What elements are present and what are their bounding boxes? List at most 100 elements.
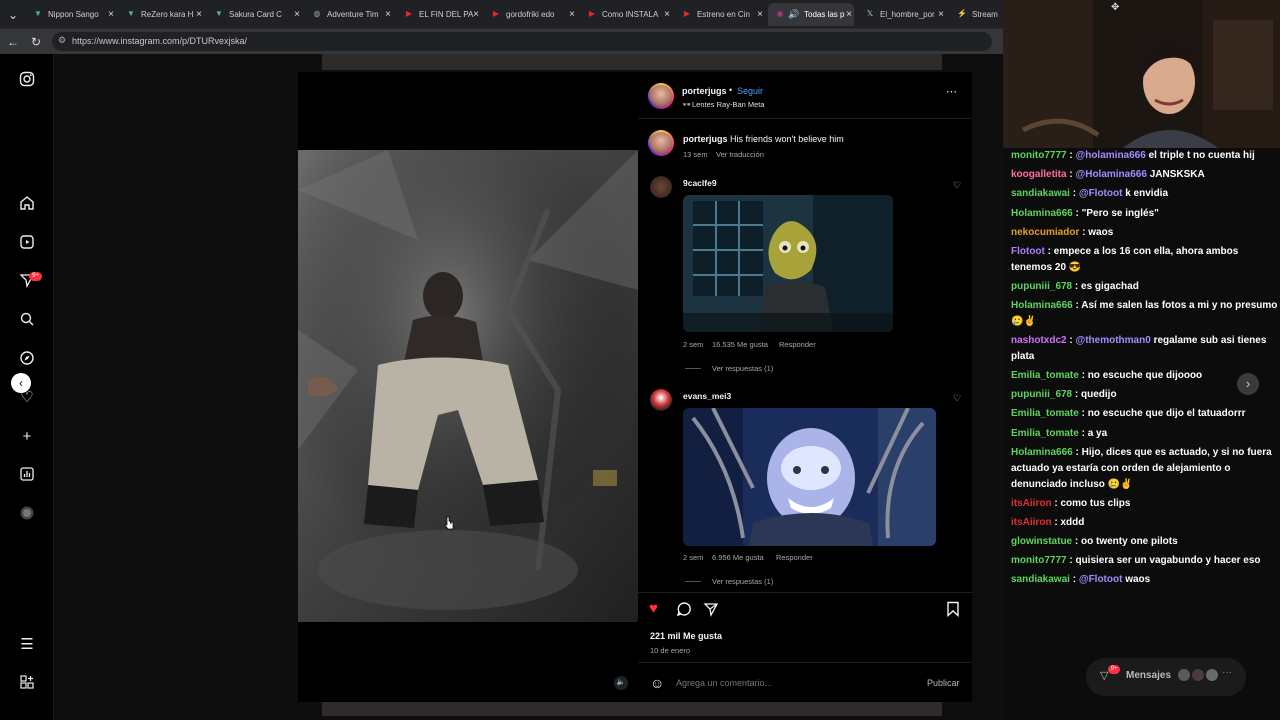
share-icon[interactable] <box>703 601 719 621</box>
reload-icon[interactable]: ↻ <box>28 34 44 50</box>
author-avatar[interactable] <box>648 83 674 109</box>
close-tab-icon[interactable]: × <box>936 3 946 26</box>
view-replies-link[interactable]: Ver respuestas (1) <box>712 577 773 586</box>
reply-link[interactable]: Responder <box>776 553 813 562</box>
chat-username[interactable]: sandiakawai <box>1011 188 1070 199</box>
chat-message: koogalletita : @Holamina666 JANSKSKA <box>1011 169 1205 180</box>
caption-username[interactable]: porterjugs <box>683 134 728 144</box>
instagram-logo-icon[interactable] <box>17 71 37 91</box>
close-tab-icon[interactable]: × <box>383 3 393 26</box>
electro-gif[interactable] <box>683 408 936 546</box>
next-post-button[interactable]: › <box>1237 373 1259 395</box>
comment-age: 2 sem <box>683 340 704 349</box>
post-video[interactable]: 🔈 <box>298 72 638 702</box>
comment-icon[interactable] <box>676 601 692 621</box>
comment-age: 2 sem <box>683 553 704 562</box>
browser-tab[interactable]: ⚡ Stream <box>950 3 1002 26</box>
chat-username[interactable]: nekocumiador <box>1011 227 1079 238</box>
chat-username[interactable]: pupuniii_678 <box>1011 389 1072 400</box>
search-icon[interactable] <box>17 311 37 331</box>
speaker-icon[interactable]: 🔊 <box>788 3 799 26</box>
publish-button[interactable]: Publicar <box>927 678 960 688</box>
globe-icon: ◍ <box>313 9 321 18</box>
comment-like-icon[interactable]: ♡ <box>953 393 961 404</box>
chat-username[interactable]: pupuniii_678 <box>1011 281 1072 292</box>
spongebob-gif[interactable] <box>683 195 893 332</box>
save-bookmark-icon[interactable] <box>946 601 960 621</box>
explore-icon[interactable] <box>17 350 37 370</box>
chat-username[interactable]: itsAiiron <box>1011 517 1052 528</box>
follow-button[interactable]: Seguir <box>737 86 763 96</box>
home-icon[interactable] <box>17 195 37 215</box>
actions-divider <box>638 592 972 593</box>
like-heart-icon[interactable]: ♥ <box>649 601 658 617</box>
more-options-icon[interactable]: ⋯ <box>946 85 957 98</box>
chat-username[interactable]: Emilia_tomate <box>1011 370 1079 381</box>
comment-input[interactable] <box>676 676 916 690</box>
meta-apps-icon[interactable] <box>17 674 37 694</box>
chat-username[interactable]: glowinstatue <box>1011 536 1072 547</box>
close-tab-icon[interactable]: × <box>106 3 116 26</box>
audio-icon[interactable]: 🔈 <box>614 676 628 690</box>
browser-tab[interactable]: ▼ ReZero kara H × <box>119 3 204 26</box>
back-icon[interactable]: ← <box>5 34 21 50</box>
chat-username[interactable]: itsAiiron <box>1011 498 1052 509</box>
address-bar[interactable]: ⚙ https://www.instagram.com/p/DTURvexjsk… <box>52 32 992 51</box>
emoji-icon[interactable]: ☺ <box>650 675 664 691</box>
chat-username[interactable]: monito7777 <box>1011 150 1067 161</box>
messages-bar[interactable]: ▽ 9+ Mensajes ··· <box>1086 658 1246 696</box>
reply-link[interactable]: Responder <box>779 340 816 349</box>
browser-tab[interactable]: ◉ Todas las p 🔊 × <box>768 3 854 26</box>
comment-likes[interactable]: 6.956 Me gusta <box>712 553 764 562</box>
comment-likes[interactable]: 16.535 Me gusta <box>712 340 768 349</box>
close-tab-icon[interactable]: × <box>755 3 765 26</box>
chat-username[interactable]: Emilia_tomate <box>1011 408 1079 419</box>
browser-tab[interactable]: ◍ Adventure Tim × <box>305 3 393 26</box>
close-tab-icon[interactable]: × <box>292 3 302 26</box>
post-subtitle[interactable]: Lentes Ray-Ban Meta <box>692 100 765 109</box>
browser-tab[interactable]: ▶ EL FIN DEL PA × <box>397 3 481 26</box>
likes-count[interactable]: 221 mil Me gusta <box>650 631 722 641</box>
previous-post-button[interactable]: ‹ <box>11 373 31 393</box>
chat-username[interactable]: monito7777 <box>1011 555 1067 566</box>
create-icon[interactable]: + <box>17 427 37 447</box>
url-text[interactable]: https://www.instagram.com/p/DTURvexjska/ <box>72 36 247 46</box>
reels-icon[interactable] <box>17 234 37 254</box>
chat-message: nekocumiador : waos <box>1011 227 1114 238</box>
caption-avatar[interactable] <box>648 130 674 156</box>
chat-username[interactable]: Emilia_tomate <box>1011 428 1079 439</box>
browser-tab[interactable]: ▶ Como INSTALA × <box>580 3 672 26</box>
browser-tab[interactable]: ▼ Sakura Card C × <box>207 3 302 26</box>
close-tab-icon[interactable]: × <box>662 3 672 26</box>
menu-icon[interactable]: ☰ <box>17 635 37 655</box>
browser-tab[interactable]: 𝕏 El_hombre_por × <box>858 3 946 26</box>
close-tab-icon[interactable]: × <box>194 3 204 26</box>
chat-username[interactable]: Holamina666 <box>1011 447 1073 458</box>
translate-link[interactable]: Ver traducción <box>716 150 764 159</box>
comment-avatar[interactable] <box>650 176 672 198</box>
chat-username[interactable]: Holamina666 <box>1011 300 1073 311</box>
chat-message: Flotoot : empece a los 16 con ella, ahor… <box>1011 246 1239 273</box>
profile-avatar-icon[interactable] <box>17 505 37 525</box>
tab-search-icon[interactable]: ⌄ <box>4 6 22 24</box>
view-replies-link[interactable]: Ver respuestas (1) <box>712 364 773 373</box>
close-tab-icon[interactable]: × <box>471 3 481 26</box>
chat-username[interactable]: nashotxdc2 <box>1011 335 1067 346</box>
dashboard-icon[interactable] <box>17 466 37 486</box>
browser-tab[interactable]: ▶ Estreno en Cin × <box>675 3 765 26</box>
comment-avatar[interactable] <box>650 389 672 411</box>
chat-username[interactable]: Flotoot <box>1011 246 1045 257</box>
play-icon: ▶ <box>683 9 691 18</box>
close-tab-icon[interactable]: × <box>567 3 577 26</box>
comment-username[interactable]: 9caclfe9 <box>683 178 717 188</box>
chat-username[interactable]: Holamina666 <box>1011 208 1073 219</box>
browser-tab[interactable]: ▼ Nippon Sango × <box>26 3 116 26</box>
site-info-icon[interactable]: ⚙ <box>58 35 66 46</box>
browser-tab[interactable]: ▶ gordofriki edo × <box>484 3 577 26</box>
close-tab-icon[interactable]: × <box>844 3 854 26</box>
comment-username[interactable]: evans_mei3 <box>683 391 731 401</box>
comment-like-icon[interactable]: ♡ <box>953 180 961 191</box>
chat-username[interactable]: koogalletita <box>1011 169 1067 180</box>
chat-username[interactable]: sandiakawai <box>1011 574 1070 585</box>
author-username[interactable]: porterjugs <box>682 86 727 96</box>
